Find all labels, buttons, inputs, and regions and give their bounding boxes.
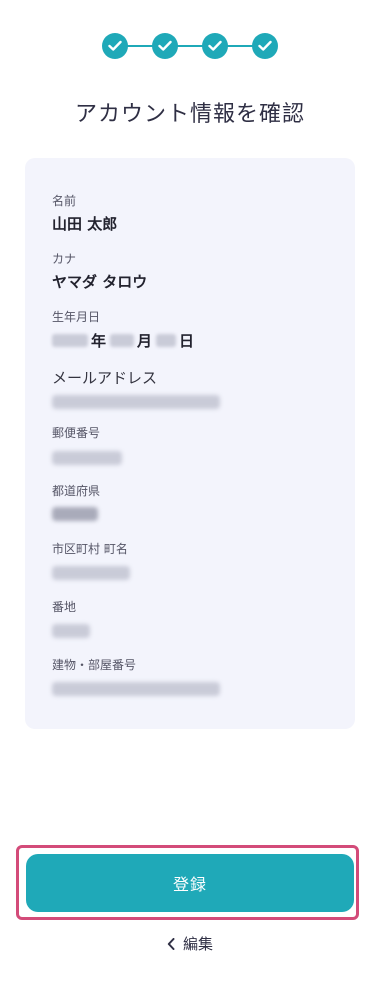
building-label: 建物・部屋番号: [52, 658, 137, 672]
day-unit: 日: [179, 331, 195, 350]
prefecture-label: 都道府県: [52, 484, 101, 498]
email-label: メールアドレス: [52, 369, 158, 387]
check-icon: [108, 40, 122, 51]
building-value-redacted: [52, 682, 220, 696]
postal-code-label: 郵便番号: [52, 426, 101, 440]
chevron-left-icon: [167, 937, 175, 950]
register-button[interactable]: 登録: [26, 854, 354, 912]
street-number-value-redacted: [52, 624, 90, 638]
step-1-complete: [102, 33, 128, 59]
email-value-redacted: [52, 395, 220, 409]
name-label: 名前: [52, 194, 77, 208]
stepper-line: [115, 45, 265, 47]
account-info-card: [25, 158, 355, 729]
birth-month-redacted: [110, 333, 135, 347]
edit-back-link[interactable]: 編集: [0, 933, 380, 954]
step-4-complete: [252, 33, 278, 59]
year-unit: 年: [91, 331, 107, 350]
step-3-complete: [202, 33, 228, 59]
city-label: 市区町村 町名: [52, 542, 128, 556]
kana-label: カナ: [52, 252, 77, 266]
page-title: アカウント情報を確認: [74, 102, 305, 127]
step-2-complete: [152, 33, 178, 59]
check-icon: [158, 40, 172, 51]
birthdate-label: 生年月日: [52, 310, 101, 324]
birthdate-value: 年 月 日: [52, 329, 198, 351]
city-value-redacted: [52, 566, 130, 580]
prefecture-value-redacted: [52, 507, 98, 521]
check-icon: [208, 40, 222, 51]
edit-label: 編集: [182, 935, 213, 953]
birth-year-redacted: [52, 333, 88, 347]
postal-code-value-redacted: [52, 451, 122, 465]
kana-value: ヤマダ タロウ: [52, 273, 148, 291]
street-number-label: 番地: [52, 600, 77, 614]
check-icon: [258, 40, 272, 51]
progress-stepper: [102, 33, 278, 59]
name-value: 山田 太郎: [52, 215, 118, 233]
month-unit: 月: [137, 331, 153, 350]
birth-day-redacted: [156, 333, 177, 347]
